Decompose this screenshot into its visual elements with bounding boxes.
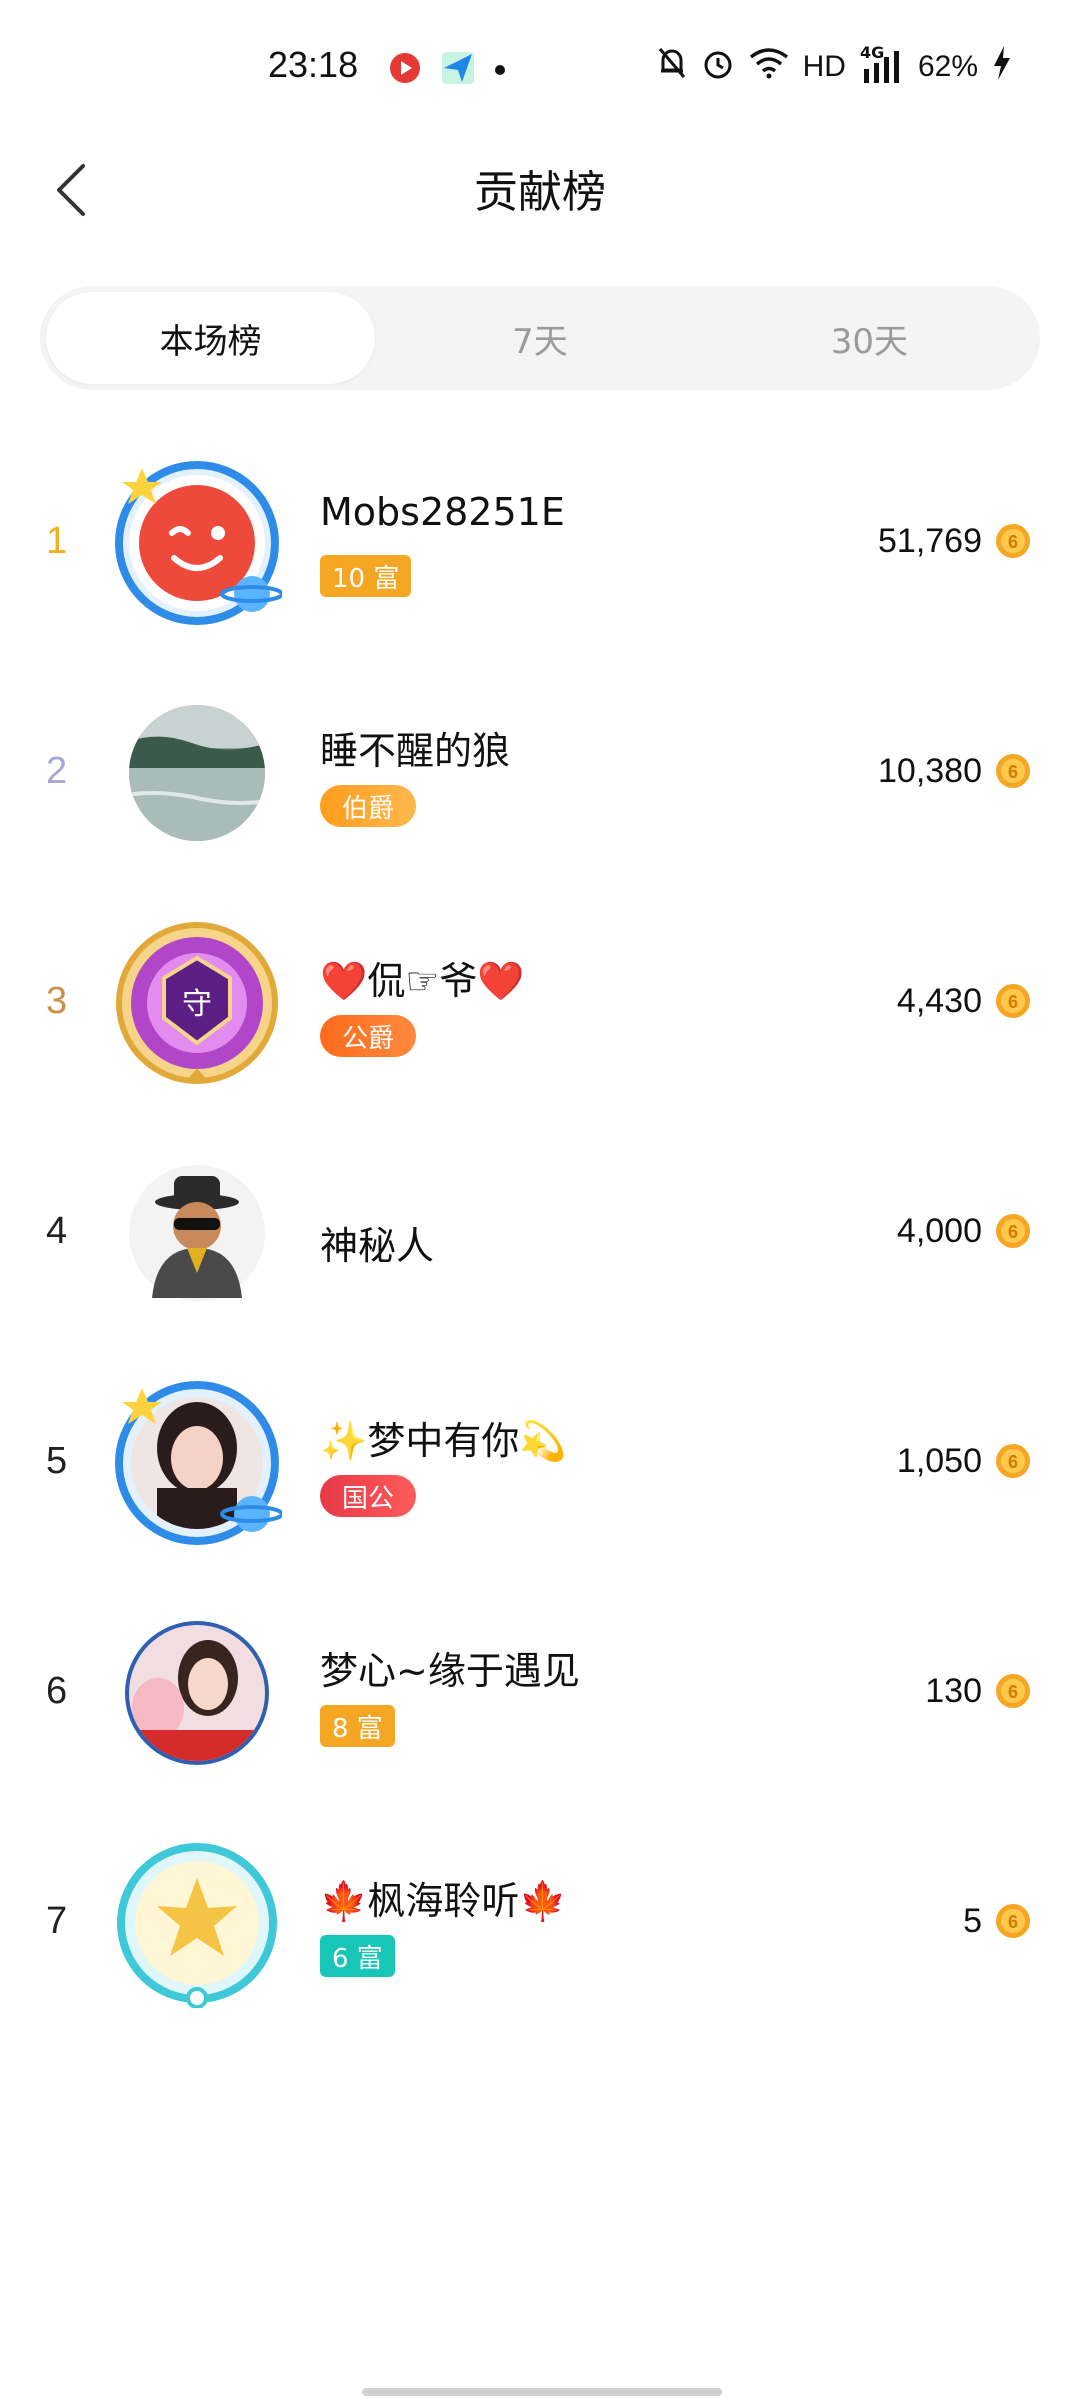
- rank-number: 3: [46, 980, 68, 1022]
- more-dot-icon: [494, 61, 506, 80]
- user-name: 神秘人: [320, 1224, 435, 1268]
- page-title: 贡献榜: [474, 167, 606, 218]
- svg-text:6: 6: [1008, 1912, 1018, 1932]
- list-item[interactable]: 4 神秘人 4,000 6: [0, 1120, 1080, 1350]
- battery-level: 62%: [917, 50, 978, 83]
- contribution-amount: 1,050: [896, 1442, 982, 1480]
- list-item[interactable]: 5 ✨梦中有你💫 国公 1,050 6: [0, 1350, 1080, 1580]
- contribution-amount: 4,000: [896, 1212, 982, 1250]
- avatar[interactable]: [112, 1148, 282, 1318]
- user-name: ✨梦中有你💫: [320, 1419, 567, 1463]
- alarm-icon: [701, 46, 735, 88]
- coin-icon: 6: [996, 984, 1030, 1018]
- user-name: 梦心~缘于遇见: [320, 1649, 580, 1693]
- list-item[interactable]: 6 梦心~缘于遇见 8 富 130 6: [0, 1580, 1080, 1810]
- tab-7-days[interactable]: 7天: [375, 292, 704, 384]
- avatar[interactable]: 守: [112, 918, 282, 1088]
- home-indicator[interactable]: [362, 2388, 722, 2396]
- svg-text:6: 6: [1008, 1222, 1018, 1242]
- notification-icons: [388, 50, 506, 90]
- status-bar: 23:18 HD 4G 62%: [0, 0, 1080, 130]
- contribution-amount: 4,430: [896, 982, 982, 1020]
- signal-icon: 4G: [860, 43, 904, 85]
- contribution-amount: 130: [925, 1672, 982, 1710]
- tab-30-days[interactable]: 30天: [705, 292, 1034, 384]
- wealth-level-badge: 6 富: [320, 1935, 395, 1977]
- coin-icon: 6: [996, 1674, 1030, 1708]
- svg-text:6: 6: [1008, 762, 1018, 782]
- list-item[interactable]: 3 守 ❤️侃☞爷❤️ 公爵 4,430 6: [0, 890, 1080, 1120]
- coin-icon: 6: [996, 1444, 1030, 1478]
- contribution-amount: 5: [963, 1902, 982, 1940]
- user-name: 睡不醒的狼: [320, 729, 511, 773]
- svg-text:6: 6: [1008, 532, 1018, 552]
- rank-number: 7: [46, 1900, 68, 1942]
- svg-text:6: 6: [1008, 1682, 1018, 1702]
- wealth-level-badge: 10 富: [320, 555, 412, 597]
- noble-title-badge: 公爵: [320, 1015, 417, 1057]
- wealth-level-badge: 8 富: [320, 1705, 395, 1747]
- contribution-amount: 51,769: [878, 522, 982, 560]
- user-name: Mobs28251E: [320, 490, 565, 534]
- rank-number: 6: [46, 1670, 68, 1712]
- contribution-amount: 10,380: [878, 752, 982, 790]
- coin-icon: 6: [996, 524, 1030, 558]
- avatar[interactable]: [112, 1608, 282, 1778]
- svg-text:6: 6: [1008, 1452, 1018, 1472]
- mute-bell-icon: [657, 46, 687, 88]
- svg-text:守: 守: [182, 987, 212, 1022]
- leaderboard-list: 1 Mobs28251E 10 富 51,769 6 2 睡不醒的狼 伯爵 10…: [0, 430, 1080, 2040]
- header: 贡献榜: [0, 130, 1080, 240]
- svg-text:6: 6: [1008, 992, 1018, 1012]
- noble-title-badge: 伯爵: [320, 785, 417, 827]
- avatar[interactable]: [112, 688, 282, 858]
- avatar[interactable]: [112, 1838, 282, 2009]
- list-item[interactable]: 7 🍁枫海聆听🍁 6 富 5 6: [0, 1810, 1080, 2040]
- coin-icon: 6: [996, 1214, 1030, 1248]
- send-notification-icon: [440, 50, 476, 90]
- rank-number: 2: [46, 750, 68, 792]
- rank-number: 4: [46, 1210, 68, 1252]
- user-name: ❤️侃☞爷❤️: [320, 959, 525, 1003]
- user-name: 🍁枫海聆听🍁: [320, 1879, 567, 1923]
- tab-this-session[interactable]: 本场榜: [46, 292, 376, 384]
- system-status: HD 4G 62%: [657, 43, 1012, 88]
- avatar[interactable]: [112, 458, 284, 628]
- network-label: HD: [802, 50, 846, 83]
- noble-title-badge: 国公: [320, 1475, 417, 1517]
- rank-number: 5: [46, 1440, 68, 1482]
- app-notification-icon: [388, 51, 422, 89]
- list-item[interactable]: 2 睡不醒的狼 伯爵 10,380 6: [0, 660, 1080, 890]
- period-tabs: 本场榜 7天 30天: [40, 286, 1040, 390]
- wifi-icon: [749, 47, 789, 87]
- coin-icon: 6: [996, 754, 1030, 788]
- rank-number: 1: [46, 520, 68, 562]
- avatar[interactable]: [112, 1378, 284, 1548]
- status-time: 23:18: [268, 44, 359, 85]
- coin-icon: 6: [996, 1904, 1030, 1938]
- charging-icon: [992, 46, 1012, 88]
- list-item[interactable]: 1 Mobs28251E 10 富 51,769 6: [0, 430, 1080, 660]
